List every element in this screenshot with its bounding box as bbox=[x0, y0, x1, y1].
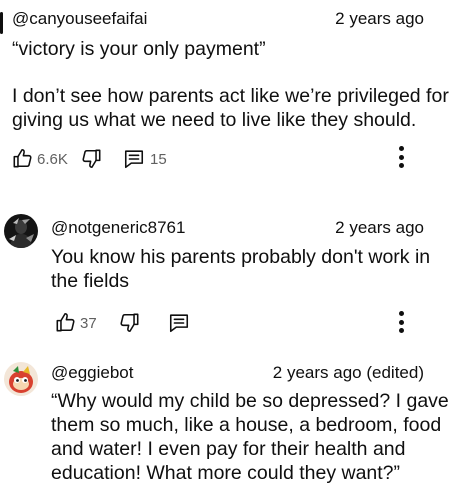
comment-text-line: education! What more could they want?” bbox=[51, 462, 401, 484]
comment-author[interactable]: @notgeneric8761 bbox=[51, 218, 185, 238]
comment-author[interactable]: @canyouseefaifai bbox=[12, 9, 147, 29]
comment-timestamp: 2 years ago bbox=[335, 9, 424, 28]
comment-timestamp: 2 years ago bbox=[335, 218, 424, 237]
reply-count: 15 bbox=[150, 151, 167, 168]
like-icon[interactable] bbox=[55, 311, 77, 333]
dislike-icon[interactable] bbox=[80, 148, 102, 170]
more-options-icon[interactable] bbox=[399, 146, 404, 172]
dislike-icon[interactable] bbox=[118, 312, 140, 334]
avatar-edge bbox=[0, 12, 3, 34]
like-icon[interactable] bbox=[12, 147, 34, 169]
reply-icon[interactable] bbox=[168, 312, 190, 334]
like-count: 6.6K bbox=[37, 151, 68, 168]
comment-author[interactable]: @eggiebot bbox=[51, 363, 134, 383]
comment-text-line: “Why would my child be so depressed? I g… bbox=[51, 390, 449, 412]
comment-text-line: You know his parents probably don't work… bbox=[51, 246, 431, 268]
like-count: 37 bbox=[80, 315, 97, 332]
comment-text-line: giving us what we need to live like they… bbox=[12, 109, 417, 131]
more-options-icon[interactable] bbox=[399, 311, 404, 337]
comment-text-line: and water! I even pay for their health a… bbox=[51, 438, 406, 460]
comment-text-line: “victory is your only payment” bbox=[12, 38, 266, 60]
comment-text-line: them so much, like a house, a bedroom, f… bbox=[51, 414, 442, 436]
avatar[interactable] bbox=[4, 362, 38, 396]
comment-text-line: the fields bbox=[51, 270, 130, 292]
reply-icon[interactable] bbox=[123, 148, 145, 170]
avatar[interactable] bbox=[4, 214, 38, 248]
comment-timestamp: 2 years ago (edited) bbox=[272, 363, 424, 382]
comment-text-line: I don’t see how parents act like we’re p… bbox=[12, 85, 449, 107]
